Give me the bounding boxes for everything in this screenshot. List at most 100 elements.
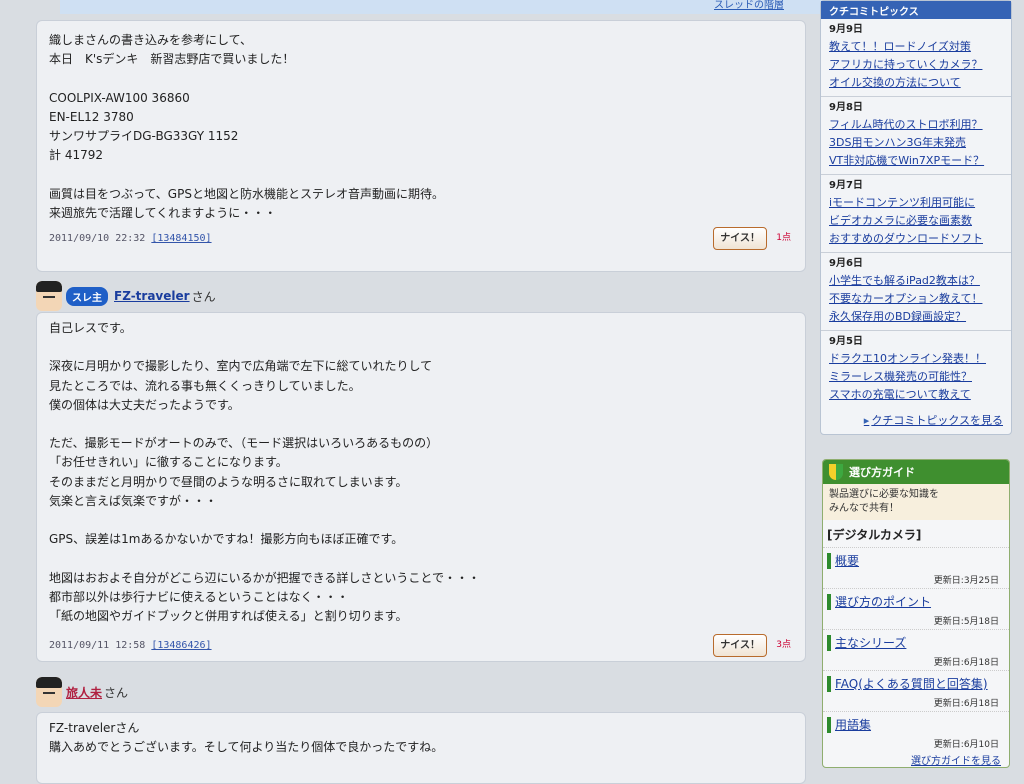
nice-button[interactable]: ナイス！ [713, 634, 767, 658]
nice-points: 1点 [776, 233, 791, 243]
topics-more: クチコミトピックスを見る [821, 408, 1011, 434]
thread-hierarchy-link[interactable]: スレッドの階層 [714, 0, 784, 11]
topics-day: 9月7日 iモードコンテンツ利用可能に ビデオカメラに必要な画素数 おすすめのダ… [821, 175, 1011, 253]
guide-item: 主なシリーズ 更新日:6月18日 [823, 629, 1009, 670]
post-3-author: 旅人未 さん [36, 676, 128, 708]
post-line: 来週旅先で活躍してくれますように・・・ [49, 205, 277, 220]
thread-column: スレッドの階層 織しまさんの書き込みを参考にして、 本日 K'sデンキ 新習志野… [24, 0, 828, 784]
topic-link[interactable]: ミラーレス機発売の可能性？ [829, 368, 1003, 386]
topic-link[interactable]: スマホの充電について教えて [829, 386, 1003, 404]
topic-link[interactable]: 不要なカーオプション教えて！ [829, 290, 1003, 308]
topic-link[interactable]: 教えて！！ロードノイズ対策 [829, 38, 1003, 56]
guide-item: 概要 更新日:3月25日 [823, 547, 1009, 588]
post-line [49, 511, 795, 530]
post-line: 織しまさんの書き込みを参考にして、 [49, 33, 253, 47]
post-line: 深夜に月明かりで撮影したり、室内で広角端で左下に総ていれたりして [49, 359, 433, 374]
post-line [49, 415, 795, 434]
post-line [49, 338, 795, 357]
topics-day: 9月6日 小学生でも解るiPad2教本は？ 不要なカーオプション教えて！ 永久保… [821, 253, 1011, 331]
post-meta: 2011/09/10 22:32 [13484150] ナイス！ 1点 [49, 227, 795, 251]
guide-box: 選び方ガイド 製品選びに必要な知識を みんなで共有！ [デジタルカメラ] 概要 … [822, 459, 1010, 768]
author-name-link[interactable]: FZ-traveler [114, 289, 190, 303]
guide-header: 選び方ガイド [823, 460, 1009, 484]
topic-link[interactable]: 3DS用モンハン3G年末発売 [829, 134, 1003, 152]
post-2-author: スレ主 FZ-traveler さん [36, 280, 216, 312]
guide-category: [デジタルカメラ] [827, 528, 922, 542]
topics-date: 9月5日 [829, 336, 863, 347]
guide-more-link[interactable]: 選び方ガイドを見る [911, 756, 1001, 767]
topic-link[interactable]: アフリカに持っていくカメラ？ [829, 56, 1003, 74]
post-body: FZ-travelerさん 購入あめでとうございます。そして何より当たり個体で良… [37, 713, 805, 765]
guide-link[interactable]: FAQ(よくある質問と回答集) [827, 676, 988, 692]
post-line: FZ-travelerさん [49, 721, 140, 735]
topic-link[interactable]: 小学生でも解るiPad2教本は？ [829, 272, 1003, 290]
post-line: 地図はおおよそ自分がどこら辺にいるかが把握できる詳しさということで・・・ [49, 570, 481, 585]
post-body: 自己レスです。 深夜に月明かりで撮影したり、室内で広角端で左下に総ていれたりして… [37, 313, 805, 663]
post-line: 見たところでは、流れる事も無くくっきりしていました。 [49, 378, 361, 393]
post-line: GPS、誤差は1mあるかないかですね！撮影方向もほぼ正確です。 [49, 532, 404, 547]
post-date: 2011/09/10 22:32 [49, 233, 146, 244]
topics-box: クチコミトピックス 9月9日 教えて！！ロードノイズ対策 アフリカに持っていくカ… [820, 0, 1012, 435]
guide-link[interactable]: 概要 [827, 553, 859, 569]
post-line: 画質は目をつぶって、GPSと地図と防水機能とステレオ音声動画に期待。 [49, 186, 444, 201]
guide-item: 用語集 更新日:6月10日 [823, 711, 1009, 752]
post-2: 自己レスです。 深夜に月明かりで撮影したり、室内で広角端で左下に総ていれたりして… [36, 312, 806, 662]
post-3: FZ-travelerさん 購入あめでとうございます。そして何より当たり個体で良… [36, 712, 806, 784]
post-line [49, 69, 795, 88]
author-suffix: さん [191, 289, 216, 304]
topics-date: 9月8日 [829, 102, 863, 113]
guide-item: 選び方のポイント 更新日:5月18日 [823, 588, 1009, 629]
author-name-link[interactable]: 旅人未 [66, 684, 102, 701]
topics-day: 9月5日 ドラクエ10オンライン発表！！ ミラーレス機発売の可能性？ スマホの充… [821, 331, 1011, 408]
post-line: 自己レスです。 [49, 321, 132, 335]
post-number-link[interactable]: [13486426] [151, 636, 211, 655]
guide-link[interactable]: 用語集 [827, 717, 871, 733]
topic-link[interactable]: おすすめのダウンロードソフト [829, 230, 1003, 248]
post-date: 2011/09/11 12:58 [49, 640, 146, 652]
nice-points: 3点 [776, 640, 791, 651]
guide-intro: 製品選びに必要な知識を みんなで共有！ [823, 484, 1009, 520]
nice-button[interactable]: ナイス！ [713, 227, 767, 251]
topic-link[interactable]: iモードコンテンツ利用可能に [829, 194, 1003, 212]
topic-link[interactable]: オイル交換の方法について [829, 74, 1003, 92]
post-number-link[interactable]: [13484150] [151, 229, 211, 248]
post-line: 本日 K'sデンキ 新習志野店で買いました！ [49, 52, 295, 67]
post-meta: 2011/09/11 12:58 [13486426] ナイス！ 3点 [49, 634, 795, 658]
post-line: 都市部以外は歩行ナビに使えるということはなく・・・ [49, 589, 349, 604]
post-line: COOLPIX-AW100 36860 [49, 90, 190, 105]
topics-date: 9月9日 [829, 24, 863, 35]
top-author-strip [60, 0, 828, 14]
beginner-leaf-icon [829, 464, 843, 480]
topics-more-link[interactable]: クチコミトピックスを見る [864, 414, 1003, 427]
post-line: EN-EL12 3780 [49, 109, 134, 124]
guide-item: FAQ(よくある質問と回答集) 更新日:6月18日 [823, 670, 1009, 711]
post-line [49, 549, 795, 568]
topic-link[interactable]: ドラクエ10オンライン発表！！ [829, 350, 1003, 368]
guide-title: 選び方ガイド [849, 466, 915, 479]
post-line: 僕の個体は大丈夫だったようです。 [49, 397, 240, 412]
guide-more: 選び方ガイドを見る [823, 752, 1009, 767]
post-line: そのままだと月明かりで昼間のような明るさに取れてしまいます。 [49, 474, 408, 489]
post-line: 「紙の地図やガイドブックと併用すれば使える」と割り切ります。 [49, 608, 408, 623]
post-line: 気楽と言えば気楽ですが・・・ [49, 493, 218, 508]
post-body: 織しまさんの書き込みを参考にして、 本日 K'sデンキ 新習志野店で買いました！… [37, 21, 805, 256]
topic-link[interactable]: VT非対応機でWin7XPモード？ [829, 152, 1003, 170]
thread-owner-badge: スレ主 [66, 286, 108, 306]
guide-link[interactable]: 主なシリーズ [827, 635, 906, 651]
topic-link[interactable]: フィルム時代のストロボ利用？ [829, 116, 1003, 134]
topic-link[interactable]: 永久保存用のBD録画設定？ [829, 308, 1003, 326]
topics-day: 9月8日 フィルム時代のストロボ利用？ 3DS用モンハン3G年末発売 VT非対応… [821, 97, 1011, 175]
post-line: 計 41792 [49, 148, 103, 163]
guide-updated: 更新日:5月18日 [933, 617, 999, 627]
topics-day: 9月9日 教えて！！ロードノイズ対策 アフリカに持っていくカメラ？ オイル交換の… [821, 19, 1011, 97]
guide-link[interactable]: 選び方のポイント [827, 594, 931, 610]
post-line [49, 165, 795, 184]
post-line: サンワサプライDG-BG33GY 1152 [49, 129, 239, 143]
guide-updated: 更新日:6月18日 [933, 658, 999, 668]
topic-link[interactable]: ビデオカメラに必要な画素数 [829, 212, 1003, 230]
post-1: 織しまさんの書き込みを参考にして、 本日 K'sデンキ 新習志野店で買いました！… [36, 20, 806, 272]
topics-date: 9月6日 [829, 258, 863, 269]
guide-updated: 更新日:3月25日 [933, 576, 999, 586]
avatar [36, 281, 62, 311]
sidebar: クチコミトピックス 9月9日 教えて！！ロードノイズ対策 アフリカに持っていくカ… [820, 0, 1012, 768]
